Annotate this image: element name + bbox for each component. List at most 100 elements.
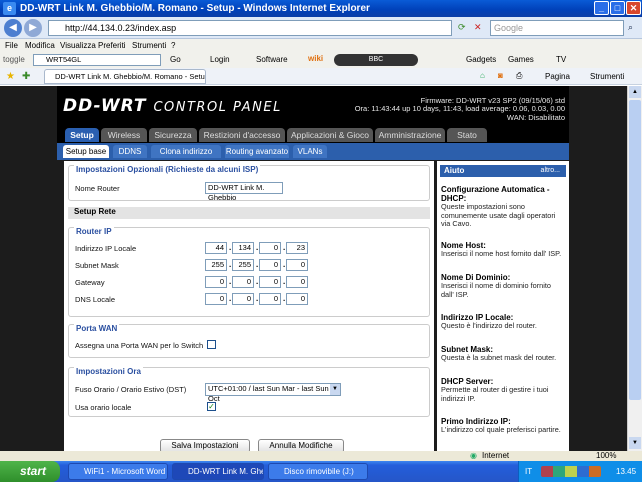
router-name-label: Nome Router — [75, 184, 120, 193]
help-more-link[interactable]: altro... — [541, 165, 560, 177]
dot: . — [256, 294, 259, 303]
tab-amministrazione[interactable]: Amministrazione — [375, 128, 445, 142]
dot: . — [256, 243, 259, 252]
help-item: DHCP Server: Permette al router di gestir… — [441, 377, 565, 403]
zoom-level[interactable]: 100% — [596, 451, 616, 460]
toolbar-login[interactable]: Login — [210, 55, 230, 64]
toolbar-wiki[interactable]: wiki — [308, 54, 323, 63]
scroll-thumb[interactable] — [629, 100, 641, 400]
toolbar-bbc-player[interactable]: BBC — [334, 54, 418, 66]
menu-strumenti[interactable]: Strumenti — [132, 41, 166, 50]
dns-octet-1[interactable]: 0 — [205, 293, 227, 305]
tools-menu[interactable]: Strumenti — [590, 72, 624, 81]
local-time-checkbox[interactable]: ✓ — [207, 402, 216, 411]
tab-bar: ★ ✚ DD-WRT Link M. Ghebbio/M. Romano - S… — [0, 68, 642, 85]
menu-help[interactable]: ? — [171, 41, 175, 50]
page-menu[interactable]: Pagina — [545, 72, 570, 81]
toolbar-search-input[interactable]: WRT54GL — [33, 54, 161, 66]
task-browser[interactable]: DD-WRT Link M. Ghe... — [172, 463, 264, 480]
help-text: Inserisci il nome di dominio fornito dal… — [441, 281, 551, 299]
tab-sicurezza[interactable]: Sicurezza — [149, 128, 197, 142]
stop-icon[interactable]: ✕ — [474, 22, 482, 33]
dot: . — [283, 277, 286, 286]
subnet-octet-2[interactable]: 255 — [232, 259, 254, 271]
search-icon[interactable]: ⌕ — [628, 22, 633, 33]
local-ip-octet-4[interactable]: 23 — [286, 242, 308, 254]
router-name-input[interactable]: DD-WRT Link M. Ghebbio — [205, 182, 283, 202]
local-ip-octet-3[interactable]: 0 — [259, 242, 281, 254]
print-icon[interactable]: ⎙ — [516, 71, 522, 81]
task-word[interactable]: WiFi1 - Microsoft Word — [68, 463, 168, 480]
system-tray: IT 13.45 — [518, 461, 642, 482]
timezone-select[interactable]: UTC+01:00 / last Sun Mar - last Sun Oct ▼ — [205, 383, 341, 403]
subtab-clona-mac[interactable]: Clona indirizzo MAC — [151, 145, 221, 169]
dns-octet-4[interactable]: 0 — [286, 293, 308, 305]
tray-icons[interactable] — [541, 466, 601, 477]
menu-preferiti[interactable]: Preferiti — [98, 41, 126, 50]
save-button[interactable]: Salva Impostazioni — [160, 439, 250, 451]
ddwrt-header: DD-WRT CONTROL PANEL Firmware: DD-WRT v2… — [57, 86, 569, 126]
gateway-octet-2[interactable]: 0 — [232, 276, 254, 288]
back-button[interactable]: ◀ — [4, 19, 22, 37]
subnet-octet-4[interactable]: 0 — [286, 259, 308, 271]
menu-visualizza[interactable]: Visualizza — [60, 41, 96, 50]
search-input[interactable]: Google — [490, 20, 624, 36]
feed-icon[interactable]: ◙ — [498, 71, 503, 80]
favorites-star-icon[interactable]: ★ — [6, 71, 15, 82]
dns-octet-3[interactable]: 0 — [259, 293, 281, 305]
menu-modifica[interactable]: Modifica — [25, 41, 55, 50]
forward-button[interactable]: ▶ — [24, 19, 42, 37]
start-button[interactable]: start — [0, 461, 60, 482]
tab-stato[interactable]: Stato — [447, 128, 487, 142]
local-ip-octet-2[interactable]: 134 — [232, 242, 254, 254]
subtab-ddns[interactable]: DDNS — [113, 145, 147, 158]
gateway-octet-3[interactable]: 0 — [259, 276, 281, 288]
address-bar: ◀ ▶ http://44.134.0.23/index.asp ⟳ ✕ Goo… — [0, 17, 642, 39]
time-legend: Impostazioni Ora — [74, 367, 143, 376]
chevron-down-icon[interactable]: ▼ — [330, 384, 340, 395]
dns-octet-2[interactable]: 0 — [232, 293, 254, 305]
dot: . — [229, 277, 232, 286]
ddwrt-logo: DD-WRT CONTROL PANEL — [63, 96, 282, 116]
refresh-icon[interactable]: ⟳ — [458, 22, 466, 33]
scroll-down-icon[interactable]: ▼ — [629, 437, 641, 449]
url-text: http://44.134.0.23/index.asp — [65, 23, 177, 33]
optional-settings-group: Impostazioni Opzionali (Richieste da alc… — [68, 165, 430, 202]
browser-tab[interactable]: DD-WRT Link M. Ghebbio/M. Romano - Setup — [44, 69, 206, 84]
toolbar-tv[interactable]: TV — [556, 55, 566, 64]
wan-port-checkbox[interactable] — [207, 340, 216, 349]
maximize-button[interactable]: □ — [610, 1, 625, 15]
language-indicator[interactable]: IT — [525, 467, 532, 476]
task-disk[interactable]: Disco rimovibile (J:) — [268, 463, 368, 480]
toolbar-software[interactable]: Software — [256, 55, 288, 64]
vertical-scrollbar[interactable]: ▲ ▼ — [627, 86, 642, 451]
toolbar-toggle[interactable]: toggle — [3, 55, 25, 64]
subnet-octet-1[interactable]: 255 — [205, 259, 227, 271]
cancel-button[interactable]: Annulla Modifiche — [258, 439, 344, 451]
sub-tabs: Setup base DDNS Clona indirizzo MAC Rout… — [57, 143, 569, 169]
help-title: Aiuto — [444, 166, 465, 175]
subtab-routing[interactable]: Routing avanzato — [225, 145, 289, 158]
tab-restrizioni[interactable]: Restizioni d'accesso — [199, 128, 285, 142]
minimize-button[interactable]: _ — [594, 1, 609, 15]
subnet-octet-3[interactable]: 0 — [259, 259, 281, 271]
subtab-setup-base[interactable]: Setup base — [63, 145, 109, 158]
scroll-up-icon[interactable]: ▲ — [629, 86, 641, 98]
toolbar-games[interactable]: Games — [508, 55, 534, 64]
home-icon[interactable]: ⌂ — [480, 71, 485, 80]
header-info: Firmware: DD-WRT v23 SP2 (09/15/06) std … — [355, 96, 565, 122]
gateway-octet-4[interactable]: 0 — [286, 276, 308, 288]
tab-applicazioni[interactable]: Applicazioni & Gioco — [287, 128, 373, 142]
add-favorite-icon[interactable]: ✚ — [22, 71, 30, 82]
toolbar-gadgets[interactable]: Gadgets — [466, 55, 496, 64]
subtab-vlans[interactable]: VLANs — [293, 145, 327, 158]
gateway-octet-1[interactable]: 0 — [205, 276, 227, 288]
url-input[interactable]: http://44.134.0.23/index.asp — [48, 20, 452, 36]
tab-wireless[interactable]: Wireless — [101, 128, 147, 142]
local-ip-octet-1[interactable]: 44 — [205, 242, 227, 254]
window-title: DD-WRT Link M. Ghebbio/M. Romano - Setup… — [20, 3, 370, 14]
close-button[interactable]: ✕ — [626, 1, 641, 15]
menu-file[interactable]: File — [5, 41, 18, 50]
tab-setup[interactable]: Setup — [65, 128, 99, 142]
toolbar-go[interactable]: Go — [170, 55, 181, 64]
